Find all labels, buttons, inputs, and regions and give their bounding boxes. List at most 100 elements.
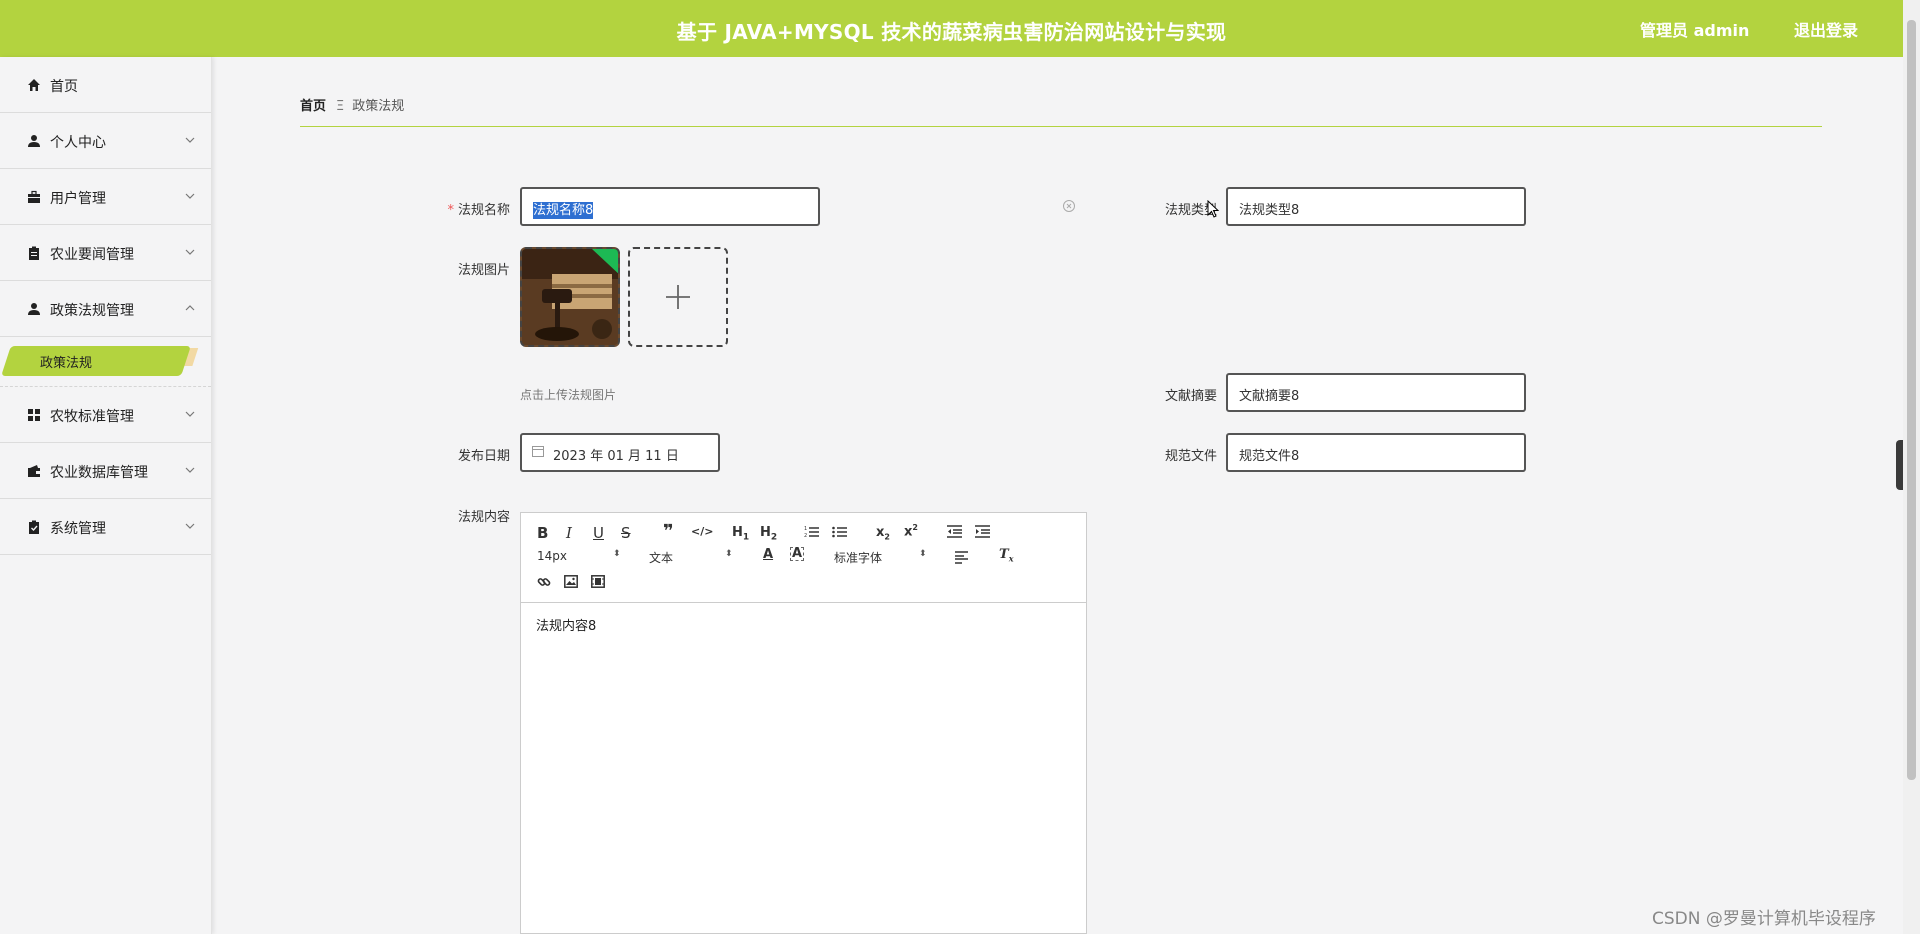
scrollbar-thumb[interactable] [1907,20,1916,780]
sidebar-item-standards[interactable]: 农牧标准管理 [0,387,211,443]
sidebar-item-personal-center[interactable]: 个人中心 [0,113,211,169]
image-label: 法规图片 [457,263,510,278]
header-select[interactable]: 文本 [649,549,673,566]
top-header: 基于 JAVA+MYSQL 技术的蔬菜病虫害防治网站设计与实现 管理员 admi… [0,0,1903,57]
background-color-icon[interactable]: A [790,547,805,561]
calendar-icon [532,446,544,457]
date-label: 发布日期 [457,449,510,464]
plus-icon [666,285,690,309]
sidebar-item-label: 用户管理 [50,191,106,207]
chevron-down-icon [185,193,195,199]
type-input[interactable]: 法规类型8 [1226,187,1526,226]
abstract-label: 文献摘要 [1164,389,1217,404]
clear-format-icon[interactable]: Tx [999,547,1013,564]
breadcrumb-divider [300,126,1822,127]
editor-toolbar: B I U S ❞ </> H1 H2 12 x2 x2 14px ⬍ 文本 ⬍… [521,513,1086,603]
chevron-down-icon [185,137,195,143]
select-arrows-icon: ⬍ [725,549,733,559]
select-arrows-icon: ⬍ [613,549,621,559]
clipboard-icon [29,246,39,260]
content-label: 法规内容 [457,510,510,525]
image-upload-button[interactable] [628,247,728,347]
sidebar-item-policy-management[interactable]: 政策法规管理 [0,281,211,337]
sidebar-item-database[interactable]: 农业数据库管理 [0,443,211,499]
type-label: 法规类型 [1164,203,1217,218]
wallet-icon [28,465,40,477]
sidebar-item-label: 农业要闻管理 [50,247,134,263]
underline-icon[interactable]: U [593,524,604,542]
chevron-up-icon [185,305,195,311]
page-scrollbar[interactable] [1903,0,1920,934]
font-family-select[interactable]: 标准字体 [834,549,882,566]
sidebar-item-label: 个人中心 [50,135,106,151]
sidebar-item-agri-news[interactable]: 农业要闻管理 [0,225,211,281]
briefcase-icon [28,190,40,203]
site-title: 基于 JAVA+MYSQL 技术的蔬菜病虫害防治网站设计与实现 [676,20,1227,44]
breadcrumb-current: 政策法规 [352,99,405,114]
chevron-down-icon [185,249,195,255]
clear-icon[interactable] [1062,199,1076,213]
gavel-image [522,249,618,345]
bold-icon[interactable]: B [537,524,548,542]
sidebar: 首页 个人中心 用户管理 农业要闻管理 政策法规管理 政策法规 农牧标准管理 农… [0,57,212,934]
breadcrumb-home[interactable]: 首页 [300,99,326,114]
ordered-list-icon[interactable]: 12 [804,525,819,538]
user-icon [28,135,40,147]
date-picker[interactable]: 2023 年 01 月 11 日 [520,433,720,472]
superscript-icon[interactable]: x2 [904,523,918,539]
editor-content[interactable]: 法规内容8 [521,603,1086,646]
code-icon[interactable]: </> [691,525,713,538]
chevron-down-icon [185,523,195,529]
breadcrumb-separator: Ξ [336,99,345,114]
svg-text:1: 1 [804,526,807,532]
sidebar-subitem-policy[interactable]: 政策法规 [0,337,211,387]
active-highlight [1,346,191,376]
watermark: CSDN @罗曼计算机毕设程序 [1652,909,1876,929]
abstract-input[interactable]: 文献摘要8 [1226,373,1526,412]
logout-link[interactable]: 退出登录 [1794,17,1858,41]
name-input[interactable]: 法规名称8 [520,187,820,226]
sidebar-subitem-label: 政策法规 [40,356,93,371]
blockquote-icon[interactable]: ❞ [663,521,674,542]
font-color-icon[interactable]: A [763,547,773,562]
home-icon [28,79,40,91]
align-left-icon[interactable] [955,551,970,564]
sidebar-item-system[interactable]: 系统管理 [0,499,211,555]
sidebar-item-user-management[interactable]: 用户管理 [0,169,211,225]
uploaded-image-thumbnail[interactable] [520,247,620,347]
strikethrough-icon[interactable]: S [621,524,631,542]
font-size-select[interactable]: 14px [537,549,567,563]
link-icon[interactable] [537,575,551,589]
sidebar-item-label: 农业数据库管理 [50,465,148,481]
chevron-down-icon [185,411,195,417]
admin-label: 管理员 admin [1640,21,1750,40]
breadcrumb: 首页 Ξ 政策法规 [300,95,404,114]
upload-hint: 点击上传法规图片 [520,388,617,402]
mouse-cursor-icon [1207,200,1219,218]
sidebar-item-home[interactable]: 首页 [0,57,211,113]
sidebar-item-label: 政策法规管理 [50,303,134,319]
image-icon[interactable] [564,575,578,588]
heading1-icon[interactable]: H1 [732,525,749,543]
sidebar-item-label: 农牧标准管理 [50,409,134,425]
svg-text:2: 2 [804,533,807,538]
rich-text-editor: B I U S ❞ </> H1 H2 12 x2 x2 14px ⬍ 文本 ⬍… [520,512,1087,934]
chevron-down-icon [185,467,195,473]
file-label: 规范文件 [1164,449,1217,464]
subscript-icon[interactable]: x2 [876,525,890,542]
bullet-list-icon[interactable] [832,525,847,538]
checklist-icon [29,520,39,534]
outdent-icon[interactable] [947,525,962,538]
date-value: 2023 年 01 月 11 日 [553,449,679,464]
indent-icon[interactable] [975,525,990,538]
sidebar-item-label: 系统管理 [50,521,106,537]
italic-icon[interactable]: I [566,524,572,542]
select-arrows-icon: ⬍ [919,549,927,559]
file-input[interactable]: 规范文件8 [1226,433,1526,472]
name-input-value: 法规名称8 [533,202,594,219]
heading2-icon[interactable]: H2 [760,525,777,543]
video-icon[interactable] [591,575,605,588]
sidebar-item-label: 首页 [50,79,78,95]
required-mark: * [447,203,454,218]
user-icon [28,303,40,315]
